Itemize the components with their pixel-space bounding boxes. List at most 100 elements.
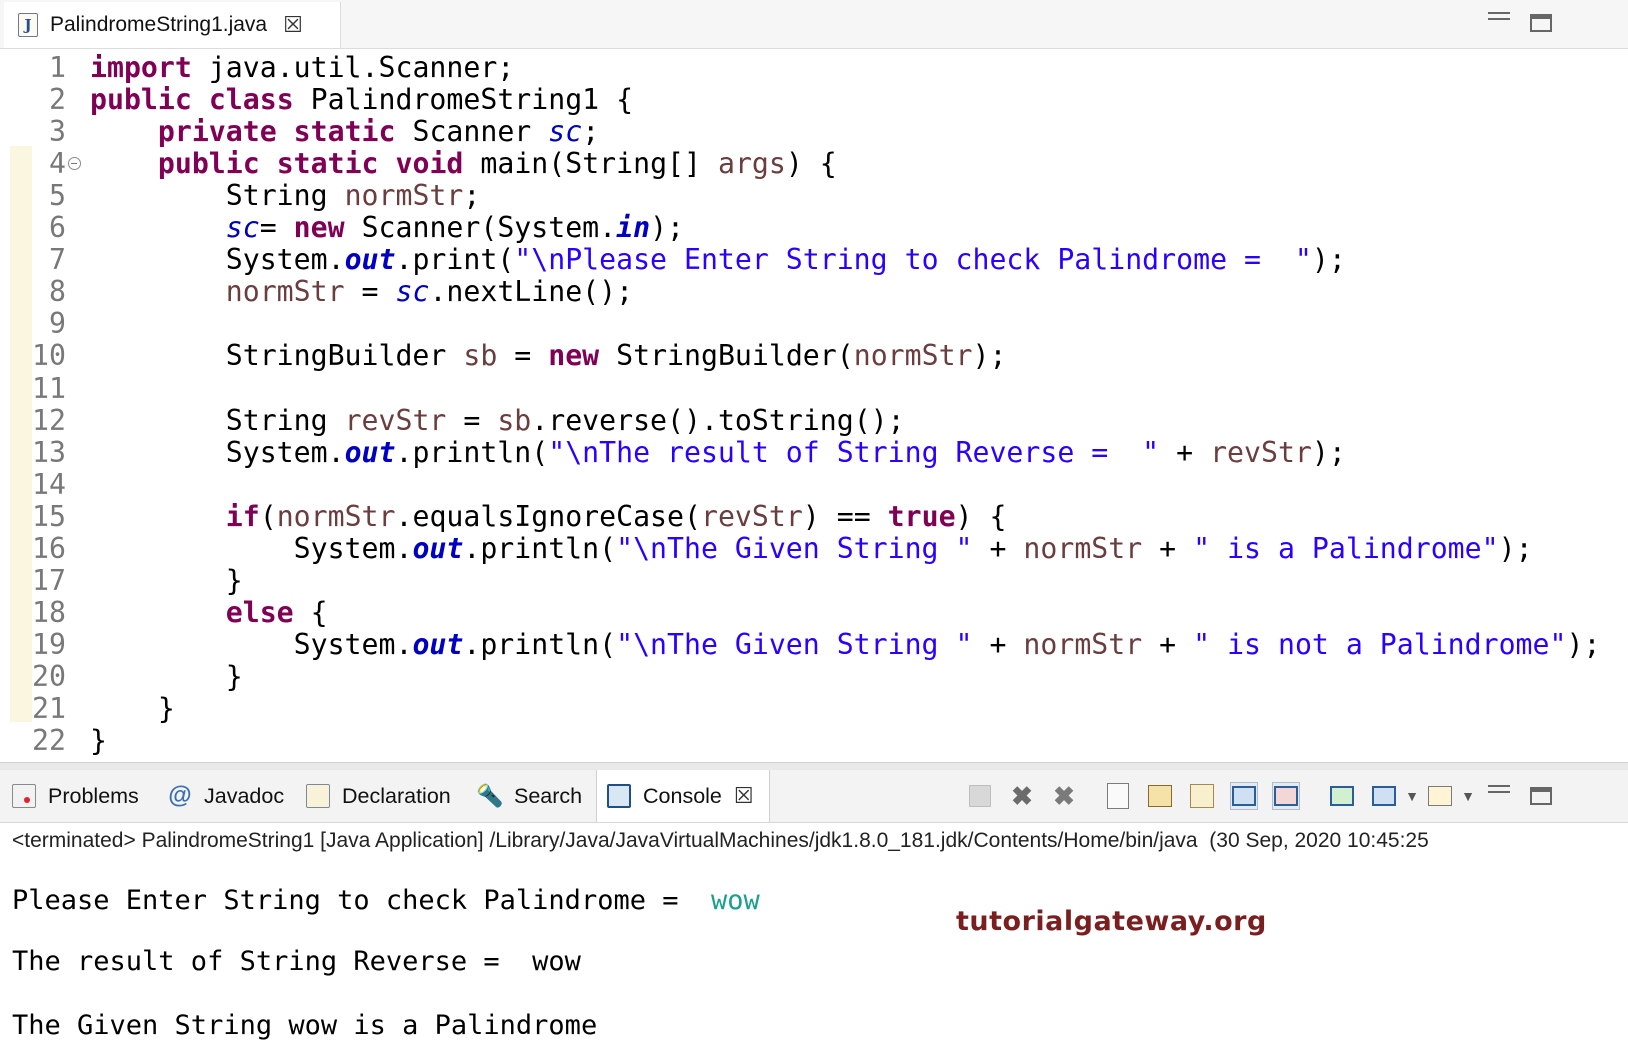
close-tab-icon[interactable]: ☒ <box>283 14 303 36</box>
code-line[interactable]: 7 System.out.print("\nPlease Enter Strin… <box>0 244 1628 276</box>
scroll-lock-icon[interactable] <box>1146 782 1174 810</box>
code-line[interactable]: 2 public class PalindromeString1 { <box>0 84 1628 116</box>
tab-console[interactable]: Console ☒ <box>596 770 770 822</box>
close-console-icon[interactable]: ☒ <box>734 785 754 807</box>
code-token: "\nThe result of String Reverse = " <box>548 435 1160 469</box>
line-number: 7 <box>49 243 66 277</box>
code-token: String <box>90 403 345 437</box>
remove-launch-icon[interactable]: ✖ <box>1008 781 1036 811</box>
code-token: PalindromeString1 { <box>293 83 634 117</box>
code-token: Scanner <box>395 115 549 149</box>
code-text: } <box>90 660 243 693</box>
code-line[interactable]: 4 public static void main(String[] args)… <box>0 148 1628 180</box>
tab-declaration[interactable]: Declaration <box>306 770 451 822</box>
code-text: System.out.println("\nThe result of Stri… <box>90 435 1346 469</box>
code-token: else <box>225 595 294 629</box>
code-line[interactable]: 22} <box>0 725 1628 757</box>
code-token: java.util.Scanner; <box>191 51 515 84</box>
maximize-editor-icon[interactable] <box>1530 14 1552 32</box>
line-number: 22 <box>32 724 66 758</box>
code-token: { <box>293 595 328 629</box>
code-token: sc <box>395 275 430 309</box>
code-token: .print( <box>395 243 515 277</box>
code-token: args <box>717 147 786 181</box>
code-token: true <box>887 499 956 533</box>
code-token: System. <box>90 243 345 277</box>
display-selected-console-icon[interactable] <box>1370 782 1398 810</box>
code-token: = <box>259 211 294 245</box>
code-line[interactable]: 8 normStr = sc.nextLine(); <box>0 276 1628 308</box>
line-number: 18 <box>32 595 66 629</box>
code-line[interactable]: 15 if(normStr.equalsIgnoreCase(revStr) =… <box>0 499 1628 533</box>
chevron-down-icon[interactable]: ▼ <box>1398 782 1426 810</box>
code-line[interactable]: 1 import java.util.Scanner; <box>0 52 1628 84</box>
code-line[interactable]: 12 String revStr = sb.reverse().toString… <box>0 403 1628 437</box>
code-text: System.out.println("\nThe Given String "… <box>90 627 1601 661</box>
code-token: revStr <box>1210 435 1312 469</box>
console-output-line-3: The Given String wow is a Palindrome <box>12 1010 598 1041</box>
code-line[interactable]: 19 System.out.println("\nThe Given Strin… <box>0 627 1628 661</box>
code-token: .nextLine(); <box>429 275 634 309</box>
open-console-chevron-down-icon[interactable]: ▼ <box>1454 782 1482 810</box>
open-console-icon[interactable] <box>1426 782 1454 810</box>
tab-javadoc-label: Javadoc <box>204 783 285 808</box>
code-token: out <box>412 531 464 565</box>
code-token: new <box>548 339 600 373</box>
code-token: Scanner(System. <box>344 211 617 245</box>
code-line[interactable]: 10 StringBuilder sb = new StringBuilder(… <box>0 340 1628 372</box>
code-line[interactable]: 20 } <box>0 660 1628 693</box>
code-line[interactable]: 6 sc= new Scanner(System.in); <box>0 212 1628 244</box>
pin-console-icon[interactable] <box>1328 782 1356 810</box>
code-line[interactable]: 3 private static Scanner sc; <box>0 116 1628 148</box>
code-line[interactable]: 18 else { <box>0 595 1628 629</box>
editor-tab-palindromestring1[interactable]: J PalindromeString1.java ☒ <box>4 2 341 48</box>
show-console-on-error-icon[interactable] <box>1272 782 1300 810</box>
remove-all-terminated-icon[interactable]: ✖ <box>1050 781 1078 811</box>
code-line[interactable]: 5 String normStr; <box>0 180 1628 212</box>
code-line[interactable]: 16 System.out.println("\nThe Given Strin… <box>0 531 1628 565</box>
tab-search[interactable]: 🔦 Search <box>476 770 582 822</box>
word-wrap-icon[interactable] <box>1188 782 1216 810</box>
java-file-icon: J <box>18 13 38 37</box>
code-token: sb <box>463 339 498 373</box>
code-token: + <box>1159 435 1211 469</box>
code-token: "\nPlease Enter String to check Palindro… <box>514 243 1312 277</box>
code-line[interactable]: 14 <box>0 468 1628 501</box>
line-number: 16 <box>32 531 66 565</box>
code-editor[interactable]: 1 import java.util.Scanner; 2 public class … <box>0 49 1628 761</box>
code-token: normStr <box>344 179 464 213</box>
code-line[interactable]: 21 } <box>0 693 1628 725</box>
code-token: ); <box>1566 627 1601 661</box>
code-text: StringBuilder sb = new StringBuilder(nor… <box>90 339 1007 373</box>
code-token: public <box>157 147 260 181</box>
code-line[interactable]: 9 <box>0 308 1628 340</box>
code-token: ) { <box>785 147 837 181</box>
maximize-panel-icon[interactable] <box>1530 787 1552 805</box>
code-line[interactable]: 17 } <box>0 564 1628 597</box>
code-line[interactable]: 13 System.out.println("\nThe result of S… <box>0 435 1628 469</box>
code-text: System.out.print("\nPlease Enter String … <box>90 244 1346 276</box>
console-output-line-2: The result of String Reverse = wow <box>12 946 581 977</box>
code-text: if(normStr.equalsIgnoreCase(revStr) == t… <box>90 499 1007 533</box>
clear-console-icon[interactable] <box>1104 782 1132 810</box>
code-token: out <box>412 627 464 661</box>
tab-problems-label: Problems <box>48 783 139 808</box>
minimize-editor-icon[interactable] <box>1488 12 1510 20</box>
editor-tab-label: PalindromeString1.java <box>50 13 268 36</box>
terminate-icon[interactable] <box>966 782 994 810</box>
console-icon <box>607 784 631 808</box>
code-token: + <box>1142 531 1194 565</box>
show-console-on-output-icon[interactable] <box>1230 782 1258 810</box>
console-prompt: Please Enter String to check Palindrome … <box>12 885 711 916</box>
collapse-fold-icon[interactable] <box>68 157 81 171</box>
code-token: String <box>90 179 345 213</box>
minimize-panel-icon[interactable] <box>1488 785 1510 793</box>
tab-javadoc[interactable]: @ Javadoc <box>168 770 284 822</box>
code-token: = <box>446 403 498 437</box>
tab-problems[interactable]: Problems <box>12 770 139 822</box>
code-line[interactable]: 11 <box>0 372 1628 405</box>
